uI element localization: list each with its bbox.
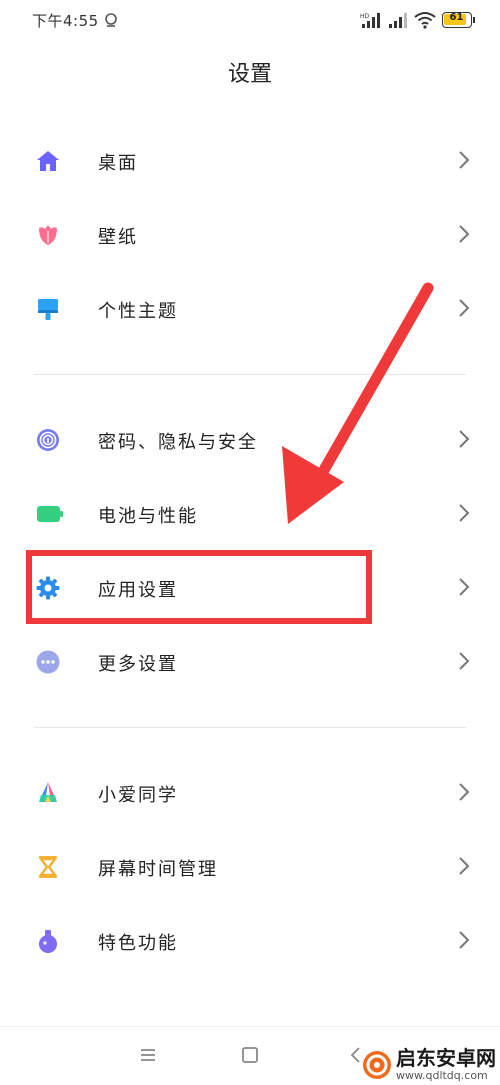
- status-bar: 下午4:55 HD 61: [0, 0, 500, 44]
- status-time: 下午4:55: [32, 12, 99, 30]
- settings-item-label: 屏幕时间管理: [98, 859, 218, 880]
- chevron-right-icon: [459, 578, 470, 596]
- signal-hd-icon: HD: [360, 13, 380, 28]
- home-button-icon[interactable]: [240, 1045, 260, 1065]
- page-title: 设置: [227, 62, 272, 87]
- tulip-icon: [39, 225, 57, 245]
- settings-item-label: 小爱同学: [98, 785, 178, 806]
- settings-item-battery-performance[interactable]: 电池与性能: [0, 477, 500, 551]
- hourglass-icon: [39, 856, 57, 878]
- settings-item-label: 个性主题: [98, 301, 178, 322]
- watermark-title: 启东安卓网: [396, 1046, 496, 1070]
- menu-icon[interactable]: [138, 1045, 158, 1065]
- settings-item-label: 壁纸: [98, 227, 138, 248]
- svg-text:HD: HD: [360, 13, 370, 20]
- wifi-icon: [414, 12, 436, 29]
- more-icon: [36, 650, 60, 674]
- settings-item-label: 电池与性能: [98, 506, 198, 527]
- home-icon: [37, 151, 59, 171]
- battery-level: 61: [449, 12, 464, 23]
- chevron-right-icon: [459, 783, 470, 801]
- settings-item-xiaoai[interactable]: 小爱同学: [0, 756, 500, 830]
- settings-item-screen-time[interactable]: 屏幕时间管理: [0, 830, 500, 904]
- settings-item-label: 密码、隐私与安全: [98, 432, 258, 453]
- chevron-right-icon: [459, 652, 470, 670]
- watermark-logo: [363, 1050, 391, 1079]
- chevron-right-icon: [459, 857, 470, 875]
- highlight-box: [26, 550, 372, 624]
- chevron-right-icon: [459, 299, 470, 317]
- chevron-right-icon: [459, 504, 470, 522]
- chevron-right-icon: [459, 430, 470, 448]
- watermark: 启东安卓网 www.qdltdq.com: [362, 1048, 496, 1081]
- chevron-right-icon: [459, 931, 470, 949]
- settings-item-label: 桌面: [98, 153, 138, 174]
- status-icons: HD 61: [360, 8, 475, 32]
- chevron-right-icon: [459, 151, 470, 169]
- flask-icon: [39, 930, 57, 953]
- settings-item-wallpaper[interactable]: 壁纸: [0, 198, 500, 272]
- settings-item-privacy-security[interactable]: 密码、隐私与安全: [0, 403, 500, 477]
- settings-item-label: 特色功能: [98, 933, 178, 954]
- brush-icon: [38, 299, 58, 320]
- battery-indicator: 61: [442, 12, 475, 28]
- notification-icon: [105, 13, 117, 27]
- group-divider: [34, 374, 466, 375]
- settings-item-label: 更多设置: [98, 654, 178, 675]
- settings-item-more-settings[interactable]: 更多设置: [0, 625, 500, 699]
- settings-item-themes[interactable]: 个性主题: [0, 272, 500, 346]
- group-divider: [34, 727, 466, 728]
- signal-icon: [389, 13, 407, 28]
- watermark-url: www.qdltdq.com: [396, 1069, 488, 1082]
- settings-item-desktop[interactable]: 桌面: [0, 124, 500, 198]
- chevron-right-icon: [459, 225, 470, 243]
- settings-item-special-features[interactable]: 特色功能: [0, 904, 500, 978]
- fingerprint-icon: [37, 429, 59, 451]
- battery-icon: [37, 506, 63, 522]
- xiaoai-icon: [39, 782, 57, 802]
